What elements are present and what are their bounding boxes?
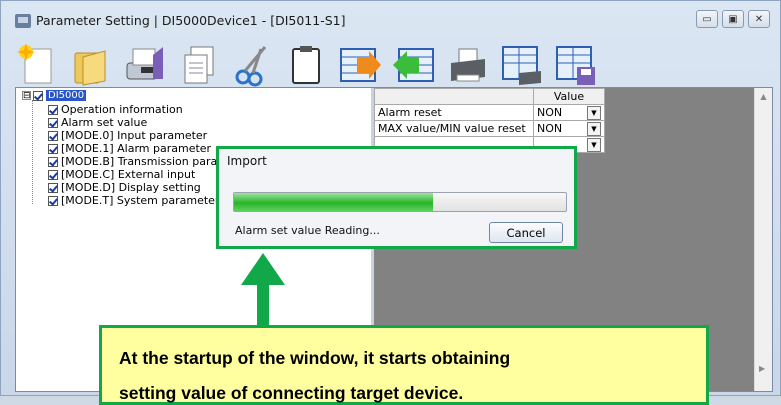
checkbox[interactable] [33,90,43,101]
save-as-icon[interactable] [555,43,597,87]
new-icon[interactable] [15,43,57,87]
title-bar[interactable]: Parameter Setting | DI5000Device1 - [DI5… [1,1,780,39]
import-icon[interactable] [393,43,435,87]
tree-item-mode-t[interactable]: [MODE.T] System parameter [48,194,219,207]
tree-item-mode-c[interactable]: [MODE.C] External input [48,168,195,181]
checkbox[interactable] [48,182,58,193]
tree-item-label: [MODE.B] Transmission para [61,155,218,168]
window-title: Parameter Setting | DI5000Device1 - [DI5… [36,13,346,28]
dropdown-arrow-icon[interactable]: ▼ [587,105,601,120]
import-dialog: Import Alarm set value Reading... Cancel [216,146,577,249]
checkbox[interactable] [48,156,58,167]
table-row: Alarm reset NON ▼ [374,104,605,121]
grid-cell-value[interactable]: NON ▼ [533,120,605,137]
callout-box: At the startup of the window, it starts … [99,325,709,405]
grid-header-value: Value [533,88,605,105]
table-row: MAX value/MIN value reset NON ▼ [374,120,605,137]
maximize-button[interactable]: ▣ [722,10,744,28]
app-icon [15,14,31,28]
vertical-scrollbar[interactable]: ▲ ▶ [754,88,772,391]
tree-item-label: Alarm set value [61,116,148,129]
tree-item-alarm-set-value[interactable]: Alarm set value [48,116,147,129]
grid-header-name [374,88,534,105]
grid-cell-name: MAX value/MIN value reset [374,120,534,137]
dropdown-arrow-icon[interactable]: ▼ [587,121,601,136]
progress-bar [233,192,567,212]
grid-cell-name: Alarm reset [374,104,534,121]
dialog-title: Import [227,154,267,168]
checkbox[interactable] [48,169,58,180]
parameter-setting-window: Parameter Setting | DI5000Device1 - [DI5… [0,0,781,405]
open-folder-icon[interactable] [69,43,111,87]
checkbox[interactable] [48,143,58,154]
grid-cell-value[interactable]: NON ▼ [533,104,605,121]
tree-root-label[interactable]: DI5000 [46,90,87,101]
tree-item-mode-1[interactable]: [MODE.1] Alarm parameter [48,142,211,155]
parameter-grid: Value Alarm reset NON ▼ MAX value/MIN val… [374,88,605,153]
tree-item-label: [MODE.0] Input parameter [61,129,208,142]
tree-item-mode-0[interactable]: [MODE.0] Input parameter [48,129,207,142]
scroll-up-icon[interactable]: ▲ [755,92,772,101]
dropdown-arrow-icon[interactable]: ▼ [587,137,601,152]
tree-connector [32,100,34,204]
tree-item-label: [MODE.1] Alarm parameter [61,142,212,155]
print-icon[interactable] [447,43,489,87]
arrow-shaft [257,284,269,329]
tree-item-mode-b[interactable]: [MODE.B] Transmission para [48,155,217,168]
checkbox[interactable] [48,130,58,141]
copy-icon[interactable] [177,43,219,87]
status-text: Alarm set value Reading... [235,224,380,237]
tree-item-mode-d[interactable]: [MODE.D] Display setting [48,181,201,194]
checkbox[interactable] [48,195,58,206]
tree-item-label: [MODE.T] System parameter [61,194,220,207]
print-preview-icon[interactable] [501,43,543,87]
callout-line-2: setting value of connecting target devic… [119,383,464,403]
tree-item-label: [MODE.C] External input [61,168,196,181]
value-text: NON [537,122,563,135]
arrow-up-icon [241,253,285,285]
cancel-button[interactable]: Cancel [489,222,563,243]
checkbox[interactable] [48,104,58,115]
tree-root[interactable]: ⊟ DI5000 [22,90,87,101]
callout-line-1: At the startup of the window, it starts … [119,348,511,368]
value-text: NON [537,106,563,119]
paste-icon[interactable] [285,43,327,87]
collapse-icon[interactable]: ⊟ [22,91,31,101]
toolbar [15,39,775,91]
tree-item-operation-information[interactable]: Operation information [48,103,183,116]
checkbox[interactable] [48,117,58,128]
window-controls: ▭ ▣ ✕ [696,10,770,28]
minimize-button[interactable]: ▭ [696,10,718,28]
scroll-right-icon[interactable]: ▶ [759,364,765,373]
tree-item-label: Operation information [61,103,183,116]
cut-icon[interactable] [231,43,273,87]
save-disk-icon[interactable] [123,43,165,87]
export-icon[interactable] [339,43,381,87]
tree-item-label: [MODE.D] Display setting [61,181,201,194]
close-button[interactable]: ✕ [748,10,770,28]
progress-fill [234,193,434,211]
